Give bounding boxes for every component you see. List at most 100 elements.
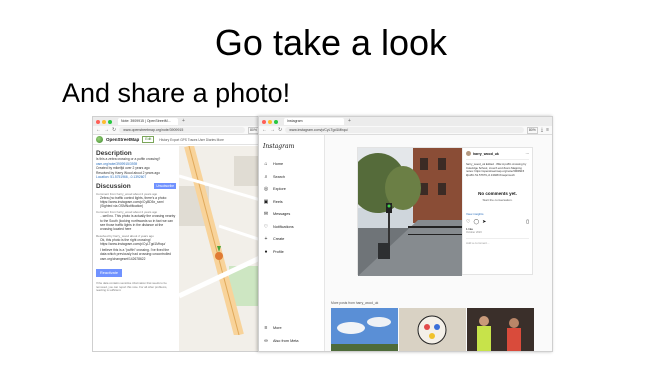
reels-icon: ▣ (263, 198, 269, 205)
post-date: October 2023 (466, 231, 482, 235)
nav-profile[interactable]: ● Profile (263, 246, 320, 259)
note-panel: Description Is this a zebra crossing or … (93, 146, 179, 351)
nav-label: Reels (273, 199, 283, 204)
maximize-window-icon[interactable] (108, 119, 112, 124)
osm-browser-window: Note: 3909915 | OpenStreetM... + ← → ↻ w… (92, 116, 263, 352)
search-icon: ⌕ (264, 173, 268, 180)
nav-label: Messages (273, 212, 291, 217)
ig-post: harry_wood_uk ··· harry_wood_uk Edited ·… (357, 147, 533, 276)
start-conversation: Start the conversation. (482, 198, 513, 203)
share-icon[interactable]: ➤ (482, 219, 486, 225)
avatar[interactable] (466, 151, 471, 156)
nav-label: Explore (273, 187, 286, 192)
ig-sidebar-bottom: ≡ More ∞ Also from Meta (263, 322, 299, 348)
nav-label: Create (273, 237, 285, 242)
reload-icon[interactable]: ↻ (278, 126, 282, 135)
slide-title: Go take a look (214, 22, 448, 63)
osm-logo-icon[interactable] (96, 136, 103, 143)
slide-subtitle: And share a photo! (62, 78, 291, 108)
no-comments: No comments yet. (478, 191, 517, 197)
ig-main: harry_wood_uk ··· harry_wood_uk Edited ·… (325, 135, 552, 351)
minimize-window-icon[interactable] (102, 119, 106, 124)
nav-more[interactable]: ≡ More (263, 322, 299, 335)
new-tab-icon[interactable]: + (348, 118, 351, 125)
nav-label: Home (273, 162, 284, 167)
nav-home[interactable]: ⌂ Home (263, 158, 320, 171)
description-heading: Description (96, 150, 132, 157)
profile-icon: ● (264, 248, 268, 255)
add-comment-input[interactable]: Add a comment... (466, 238, 529, 245)
nav-create[interactable]: + Create (263, 233, 320, 246)
ig-address-field[interactable]: www.instagram.com/p/CyLTgd1Mhqu/ (285, 127, 524, 133)
comment-icon[interactable]: ◯ (473, 219, 479, 225)
thumbnail-people-image (467, 308, 534, 351)
comment-body: Ok, this photo is the right crossing! ht… (100, 237, 166, 246)
nav-explore[interactable]: ◎ Explore (263, 183, 320, 196)
new-tab-icon[interactable]: + (182, 118, 185, 125)
back-icon[interactable]: ← (96, 126, 101, 135)
report-footnote: If the data contains sensitive informati… (96, 281, 168, 293)
post-actions: ♡ ◯ ➤ ▯ (466, 219, 529, 225)
hamburger-icon: ≡ (264, 325, 268, 332)
back-icon[interactable]: ← (262, 126, 267, 135)
ig-zoom-level[interactable]: 80% (526, 126, 538, 134)
comment-body: ...well no. This photo is actually the c… (100, 214, 176, 232)
username[interactable]: harry_wood_uk (473, 152, 499, 156)
forward-icon[interactable]: → (104, 126, 109, 135)
like-icon[interactable]: ♡ (466, 219, 470, 225)
close-window-icon[interactable] (262, 119, 266, 124)
nav-messages[interactable]: ✉ Messages (263, 208, 320, 221)
osm-tab[interactable]: Note: 3909915 | OpenStreetM... (118, 118, 178, 125)
more-options-icon[interactable]: ··· (526, 152, 530, 156)
ig-tab[interactable]: Instagram (284, 118, 344, 125)
reload-icon[interactable]: ↻ (112, 126, 116, 135)
home-icon: ⌂ (264, 161, 268, 168)
osm-tab-bar: Note: 3909915 | OpenStreetM... + (93, 117, 262, 126)
nav-label: Notifications (273, 224, 294, 229)
osm-url-bar: ← → ↻ www.openstreetmap.org/note/3909915… (93, 126, 262, 135)
post-thumbnail[interactable] (399, 308, 466, 351)
thumbnail-sky-image (331, 308, 398, 351)
save-icon[interactable]: ▯ (526, 219, 529, 225)
nav-notifications[interactable]: ♡ Notifications (263, 221, 320, 234)
post-photo[interactable] (358, 148, 462, 276)
forward-icon[interactable]: → (270, 126, 275, 135)
nav-label: Profile (273, 249, 284, 254)
notifications-icon: ♡ (263, 223, 269, 230)
post-author[interactable]: harry_wood_uk ··· (466, 151, 529, 160)
comment-body: Zebra (no traffic control lights, there'… (100, 195, 168, 209)
nav-reels[interactable]: ▣ Reels (263, 196, 320, 209)
nav-search[interactable]: ⌕ Search (263, 171, 320, 184)
post-thumbnail[interactable] (467, 308, 534, 351)
create-icon: + (264, 236, 268, 243)
reactivate-button[interactable]: Reactivate (96, 269, 122, 278)
discussion-heading: Discussion (96, 182, 131, 190)
map-canvas[interactable] (179, 146, 262, 337)
nav-label: Also from Meta (273, 338, 299, 343)
osm-app-name[interactable]: OpenStreetMap (106, 137, 139, 142)
nav-label: Search (273, 174, 286, 179)
nav-also-from-meta[interactable]: ∞ Also from Meta (263, 335, 299, 348)
unsubscribe-button[interactable]: Unsubscribe (154, 183, 176, 189)
post-info: harry_wood_uk ··· harry_wood_uk Edited ·… (462, 148, 532, 274)
download-icon[interactable]: ⤓ (541, 126, 543, 135)
osm-nav-links[interactable]: History Export GPS Traces User Diaries M… (159, 138, 224, 142)
minimize-window-icon[interactable] (268, 119, 272, 124)
osm-map[interactable] (179, 146, 262, 351)
osm-address-field[interactable]: www.openstreetmap.org/note/3909915 (119, 127, 245, 133)
messages-icon: ✉ (263, 211, 269, 218)
view-insights-link[interactable]: View insights (466, 212, 529, 216)
maximize-window-icon[interactable] (274, 119, 278, 124)
post-thumbnail[interactable] (331, 308, 398, 351)
location-link[interactable]: Location: 51.5751966, -0.1392607 (96, 175, 176, 180)
close-window-icon[interactable] (96, 119, 100, 124)
meta-icon: ∞ (264, 337, 268, 344)
ig-logo[interactable]: Instagram (263, 143, 320, 150)
ig-tab-bar: Instagram + (259, 117, 552, 126)
instagram-browser-window: Instagram + ← → ↻ www.instagram.com/p/Cy… (258, 116, 553, 352)
menu-icon[interactable]: ≡ (546, 126, 549, 135)
explore-icon: ◎ (263, 186, 269, 193)
osm-header: OpenStreetMap Edit History Export GPS Tr… (93, 135, 262, 145)
thumbnail-craft-image (399, 308, 466, 351)
osm-edit-button[interactable]: Edit (142, 136, 155, 143)
